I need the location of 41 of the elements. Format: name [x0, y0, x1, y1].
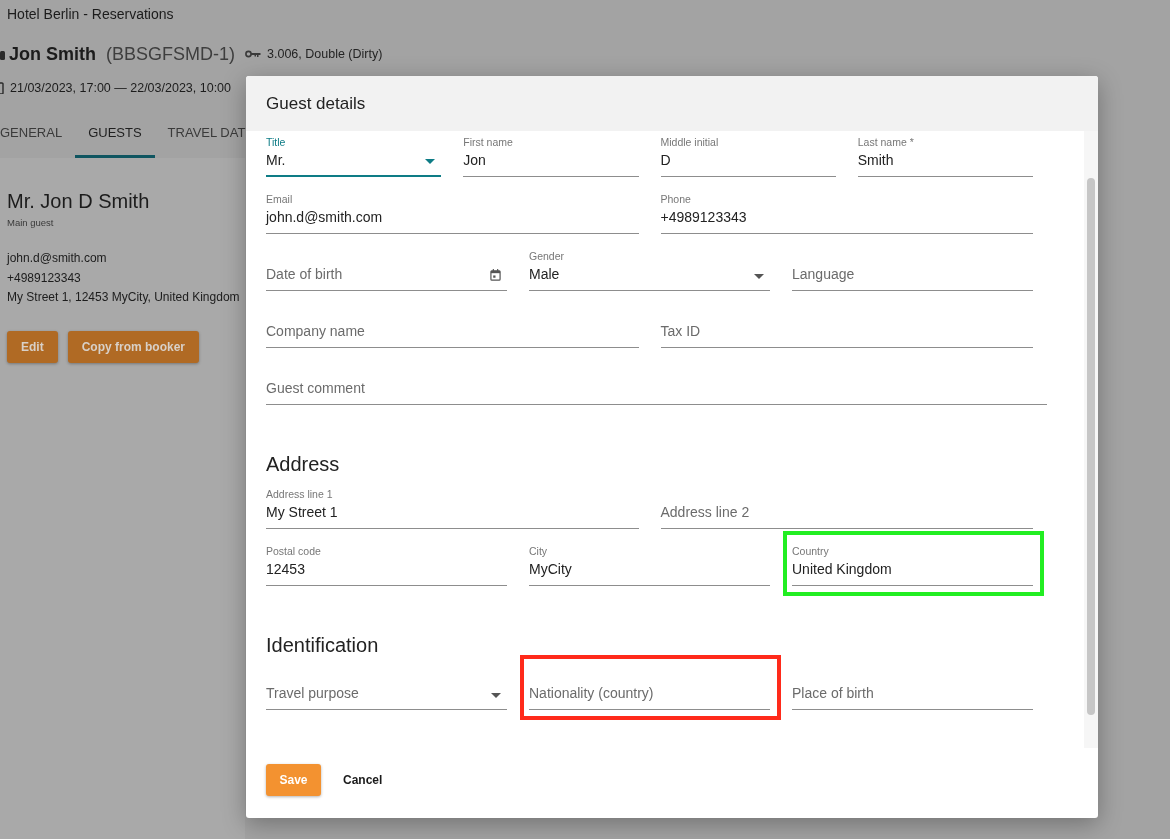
text-field[interactable]: Email john.d@smith.com	[266, 192, 639, 234]
tab[interactable]: GENERAL	[0, 110, 76, 158]
text-field[interactable]: Address line 1 My Street 1	[266, 487, 639, 529]
guest-full-name: Mr. Jon D Smith	[7, 190, 151, 213]
dialog-title: Guest details	[266, 93, 366, 114]
guest-phone: +4989123343	[7, 269, 82, 287]
date-field[interactable]: Date of birth	[266, 249, 507, 291]
tab[interactable]: TRAVEL DAT	[154, 110, 246, 158]
text-field[interactable]: Guest comment	[266, 363, 1047, 405]
caret-icon	[754, 274, 764, 279]
text-field[interactable]: Country United Kingdom	[792, 544, 1033, 586]
text-field[interactable]: Postal code 12453	[266, 544, 507, 586]
text-field[interactable]: Nationality (country)	[529, 668, 770, 710]
text-field[interactable]: City MyCity	[529, 544, 770, 586]
app-title: Hotel Berlin - Reservations	[6, 5, 175, 24]
guest-name: Jon Smith	[9, 43, 96, 65]
caret-icon	[491, 693, 501, 698]
text-field[interactable]: Middle initial D	[660, 135, 836, 177]
guest-address: My Street 1, 12453 MyCity, United Kingdom	[7, 289, 241, 306]
scrollbar-thumb[interactable]	[1087, 178, 1095, 715]
booking-id: (BBSGFSMD-1)	[106, 43, 236, 65]
cancel-button[interactable]: Cancel	[331, 764, 395, 796]
key-icon	[245, 50, 262, 58]
section-heading: Address	[266, 452, 341, 476]
caret-icon	[425, 159, 436, 164]
text-field[interactable]: Last name * Smith	[857, 135, 1033, 177]
dropdown-field[interactable]: Title Mr.	[266, 135, 442, 177]
text-field[interactable]: Phone +4989123343	[660, 192, 1033, 234]
text-field[interactable]: Address line 2	[660, 487, 1033, 529]
stay-dates: 21/03/2023, 17:00 — 22/03/2023, 10:00	[10, 81, 232, 95]
text-field[interactable]: Tax ID	[660, 306, 1033, 348]
unit-info: 3.006, Double (Dirty)	[267, 47, 383, 61]
text-field[interactable]: Language	[792, 249, 1033, 291]
text-field[interactable]: First name Jon	[463, 135, 639, 177]
guest-email: john.d@smith.com	[7, 250, 108, 267]
dropdown-field[interactable]: Travel purpose	[266, 668, 507, 710]
guest-role: Main guest	[7, 217, 55, 228]
section-heading: Identification	[266, 633, 380, 657]
text-field[interactable]: Company name	[266, 306, 639, 348]
dropdown-field[interactable]: Gender Male	[529, 249, 770, 291]
text-field[interactable]: Place of birth	[792, 668, 1033, 710]
